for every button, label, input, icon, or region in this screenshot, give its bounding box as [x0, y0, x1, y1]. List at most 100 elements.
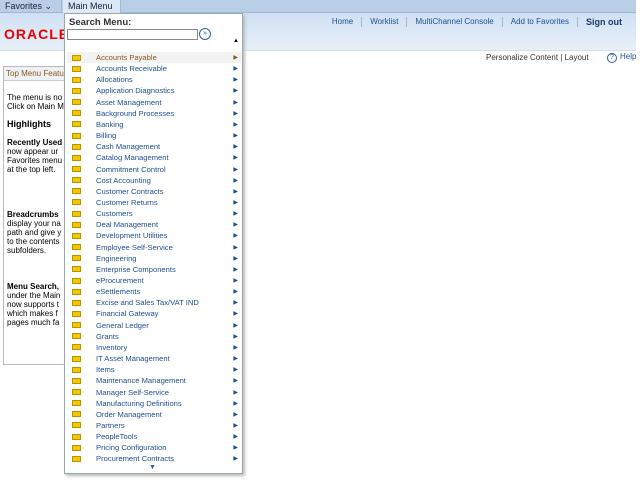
main-menu[interactable]: Main Menu ⌄ — [63, 0, 121, 21]
search-menu-input[interactable] — [67, 29, 198, 40]
menu-item[interactable]: Billing ▶ — [67, 130, 241, 141]
chevron-right-icon: ▶ — [233, 244, 238, 251]
chevron-right-icon: ▶ — [233, 378, 238, 385]
chevron-right-icon: ▶ — [233, 233, 238, 240]
menu-item[interactable]: Procurement Contracts ▶ — [67, 453, 241, 464]
chevron-right-icon: ▶ — [233, 99, 238, 106]
menu-item[interactable]: Pricing Configuration ▶ — [67, 442, 241, 453]
menu-item[interactable]: Deal Management ▶ — [67, 219, 241, 230]
folder-icon — [72, 154, 81, 161]
help-link[interactable]: ? Help — [607, 52, 636, 63]
folder-icon — [72, 411, 81, 418]
chevron-right-icon: ▶ — [233, 110, 238, 117]
chevron-right-icon: ▶ — [233, 199, 238, 206]
nav-worklist[interactable]: Worklist — [361, 17, 406, 27]
chevron-right-icon: ▶ — [233, 434, 238, 441]
folder-icon — [72, 221, 81, 228]
menu-item-label: Employee Self-Service — [96, 242, 173, 252]
menu-item[interactable]: Maintenance Management ▶ — [67, 375, 241, 386]
menu-item[interactable]: Items ▶ — [67, 364, 241, 375]
chevron-right-icon: ▶ — [233, 356, 238, 363]
menu-item-label: eSettlements — [96, 287, 141, 297]
nav-add-to-favorites[interactable]: Add to Favorites — [501, 17, 577, 27]
menu-item[interactable]: Asset Management ▶ — [67, 97, 241, 108]
menu-item[interactable]: Enterprise Components ▶ — [67, 264, 241, 275]
chevron-right-icon: ▶ — [233, 133, 238, 140]
folder-icon — [72, 99, 81, 106]
chevron-right-icon: ▶ — [233, 121, 238, 128]
folder-icon — [72, 132, 81, 139]
header-nav: Home Worklist MultiChannel Console Add t… — [324, 17, 630, 27]
folder-icon — [72, 177, 81, 184]
menu-item[interactable]: Banking ▶ — [67, 119, 241, 130]
nav-home[interactable]: Home — [324, 17, 361, 27]
menu-item[interactable]: eProcurement ▶ — [67, 275, 241, 286]
personalize-layout-link[interactable]: Personalize Content | Layout — [486, 53, 589, 62]
folder-icon — [72, 210, 81, 217]
folder-icon — [72, 110, 81, 117]
menu-item[interactable]: Cost Accounting ▶ — [67, 175, 241, 186]
menu-item-label: Procurement Contracts — [96, 454, 175, 464]
menu-item[interactable]: Manufacturing Definitions ▶ — [67, 398, 241, 409]
chevron-right-icon: ▶ — [233, 211, 238, 218]
help-icon: ? — [607, 53, 617, 63]
menu-item[interactable]: Accounts Payable ▶ — [67, 52, 241, 63]
folder-icon — [72, 65, 81, 72]
menu-item[interactable]: Inventory ▶ — [67, 342, 241, 353]
menu-item[interactable]: Cash Management ▶ — [67, 141, 241, 152]
folder-icon — [72, 266, 81, 273]
sign-out-link[interactable]: Sign out — [577, 17, 630, 27]
menu-item-label: Maintenance Management — [96, 376, 186, 386]
folder-icon — [72, 333, 81, 340]
chevron-right-icon: ▶ — [233, 155, 238, 162]
main-menu-dropdown: Search Menu: » ▲ Accounts Payable ▶ Accoun… — [64, 13, 243, 474]
nav-multichannel-console[interactable]: MultiChannel Console — [406, 17, 501, 27]
menu-item-label: Deal Management — [96, 220, 159, 230]
menu-item-label: General Ledger — [96, 320, 149, 330]
menu-item[interactable]: Allocations ▶ — [67, 74, 241, 85]
menu-item[interactable]: Commitment Control ▶ — [67, 164, 241, 175]
menu-item[interactable]: Customer Returns ▶ — [67, 197, 241, 208]
menu-item[interactable]: Financial Gateway ▶ — [67, 308, 241, 319]
chevron-right-icon: ▶ — [233, 188, 238, 195]
folder-icon — [72, 232, 81, 239]
menu-item[interactable]: General Ledger ▶ — [67, 320, 241, 331]
scroll-down-icon[interactable]: ▼ — [149, 464, 156, 471]
folder-icon — [72, 422, 81, 429]
folder-icon — [72, 76, 81, 83]
menu-item[interactable]: Grants ▶ — [67, 331, 241, 342]
folder-icon — [72, 355, 81, 362]
menu-item[interactable]: Customer Contracts ▶ — [67, 186, 241, 197]
menu-item[interactable]: Catalog Management ▶ — [67, 152, 241, 163]
folder-icon — [72, 244, 81, 251]
menu-item[interactable]: Application Diagnostics ▶ — [67, 85, 241, 96]
chevron-right-icon: ▶ — [233, 266, 238, 273]
chevron-right-icon: ▶ — [233, 77, 238, 84]
menu-item[interactable]: PeopleTools ▶ — [67, 431, 241, 442]
favorites-menu[interactable]: Favorites ⌄ — [0, 0, 62, 13]
menu-item-label: Partners — [96, 420, 125, 430]
menu-item[interactable]: Employee Self-Service ▶ — [67, 242, 241, 253]
menu-item[interactable]: Manager Self-Service ▶ — [67, 387, 241, 398]
menu-item[interactable]: Engineering ▶ — [67, 253, 241, 264]
menu-item[interactable]: Order Management ▶ — [67, 409, 241, 420]
menu-item-label: Financial Gateway — [96, 309, 159, 319]
chevron-right-icon: ▶ — [233, 367, 238, 374]
scroll-up-icon[interactable]: ▲ — [233, 38, 239, 44]
menu-item[interactable]: eSettlements ▶ — [67, 286, 241, 297]
menu-item[interactable]: Excise and Sales Tax/VAT IND ▶ — [67, 297, 241, 308]
menu-item[interactable]: Development Utilities ▶ — [67, 230, 241, 241]
menu-item-label: Cost Accounting — [96, 175, 151, 185]
folder-icon — [72, 199, 81, 206]
folder-icon — [72, 277, 81, 284]
search-go-icon[interactable]: » — [199, 28, 211, 40]
chevron-right-icon: ▶ — [233, 144, 238, 151]
chevron-right-icon: ▶ — [233, 344, 238, 351]
folder-icon — [72, 389, 81, 395]
menu-item[interactable]: Background Processes ▶ — [67, 108, 241, 119]
menu-item[interactable]: Customers ▶ — [67, 208, 241, 219]
folder-icon — [72, 377, 81, 384]
menu-item[interactable]: Partners ▶ — [67, 420, 241, 431]
menu-item[interactable]: Accounts Receivable ▶ — [67, 63, 241, 74]
menu-item[interactable]: IT Asset Management ▶ — [67, 353, 241, 364]
